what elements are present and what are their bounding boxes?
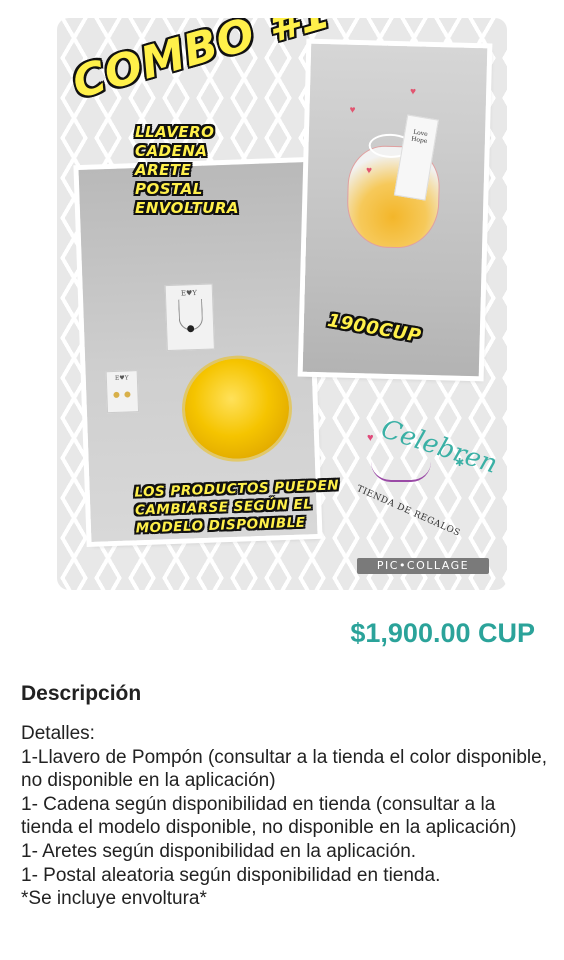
- heart-icon: ♥: [349, 104, 356, 116]
- combo-item: LLAVERO: [135, 123, 215, 141]
- gift-tag-text: Love Hope: [410, 128, 429, 146]
- description-line: 1-Llavero de Pompón (consultar a la tien…: [21, 746, 547, 792]
- heart-icon: ♥: [409, 86, 417, 98]
- description-body: Detalles: 1-Llavero de Pompón (consultar…: [21, 722, 551, 911]
- necklace-pendant: [187, 325, 195, 333]
- earring-right: [124, 391, 131, 398]
- pic-collage-watermark: PIC•COLLAGE: [357, 558, 489, 574]
- gift-bag: Love Hope: [346, 114, 441, 267]
- description-line: Detalles:: [21, 723, 95, 744]
- earring-brand: E♥Y: [114, 374, 129, 382]
- combo-items-list: LLAVERO CADENA ARETE POSTAL ENVOLTURA: [135, 123, 239, 218]
- necklace-card: E♥Y: [164, 283, 215, 352]
- logo-subtitle: TIENDA DE REGALOS: [354, 484, 462, 539]
- disclaimer-text: LOS PRODUCTOS PUEDEN CAMBIARSE SEGÚN EL …: [134, 476, 341, 537]
- earring-left: [113, 391, 120, 398]
- description-line: 1- Cadena según disponibilidad en tienda…: [21, 793, 517, 839]
- combo-item: ENVOLTURA: [135, 199, 240, 217]
- heart-icon: ♥: [365, 165, 373, 177]
- logo-swirl: [371, 462, 431, 482]
- store-logo: ♥ ✱ Celebren TIENDA DE REGALOS: [355, 414, 501, 539]
- combo-title: COMBO #1: [67, 18, 336, 110]
- earring-card: E♥Y: [105, 370, 140, 414]
- heart-icon: ♥: [367, 432, 374, 444]
- pompom-keychain: [183, 356, 291, 461]
- description-title: Descripción: [21, 682, 142, 705]
- combo-item: POSTAL: [135, 180, 203, 198]
- necklace-brand: E♥Y: [180, 289, 198, 298]
- description-line: *Se incluye envoltura*: [21, 888, 207, 910]
- description-line: 1- Postal aleatoria según disponibilidad…: [21, 864, 441, 886]
- combo-item: ARETE: [135, 161, 192, 179]
- description-line: 1- Aretes según disponibilidad en la apl…: [21, 840, 417, 862]
- combo-item: CADENA: [135, 142, 208, 160]
- product-image-collage[interactable]: E♥Y E♥Y Love Hope ♥ ♥ ♥ COMBO #1 LLAVERO…: [57, 18, 507, 590]
- product-price: $1,900.00 CUP: [350, 618, 535, 648]
